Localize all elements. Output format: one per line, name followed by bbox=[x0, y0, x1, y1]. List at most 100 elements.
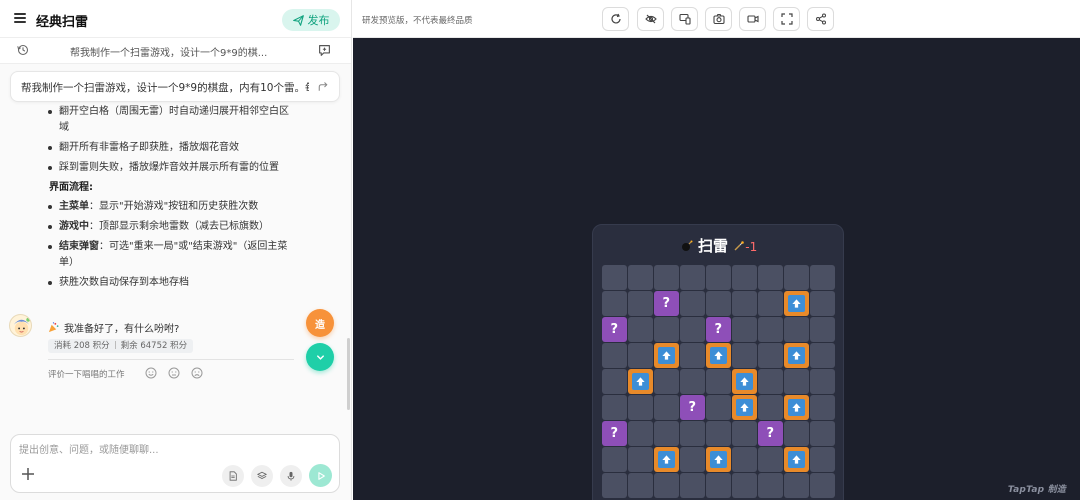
hidden-cell[interactable] bbox=[810, 395, 835, 420]
hidden-cell[interactable] bbox=[758, 291, 783, 316]
hidden-cell[interactable] bbox=[784, 421, 809, 446]
flagged-cell[interactable] bbox=[732, 369, 757, 394]
flagged-cell[interactable] bbox=[784, 395, 809, 420]
hidden-cell[interactable] bbox=[628, 343, 653, 368]
flagged-cell[interactable] bbox=[706, 447, 731, 472]
hidden-cell[interactable] bbox=[706, 291, 731, 316]
hidden-cell[interactable] bbox=[810, 473, 835, 498]
hidden-cell[interactable] bbox=[602, 369, 627, 394]
hidden-cell[interactable] bbox=[758, 265, 783, 290]
history-icon[interactable] bbox=[17, 44, 29, 56]
hidden-cell[interactable] bbox=[706, 369, 731, 394]
hidden-cell[interactable] bbox=[732, 421, 757, 446]
hidden-cell[interactable] bbox=[628, 265, 653, 290]
hidden-cell[interactable] bbox=[602, 343, 627, 368]
smile-face-icon[interactable] bbox=[145, 367, 157, 379]
hidden-cell[interactable] bbox=[758, 395, 783, 420]
history-title[interactable]: 帮我制作一个扫雷游戏，设计一个9*9的棋... bbox=[70, 44, 270, 59]
hidden-cell[interactable] bbox=[680, 421, 705, 446]
hidden-cell[interactable] bbox=[680, 447, 705, 472]
question-cell[interactable]: ? bbox=[602, 421, 627, 446]
hidden-cell[interactable] bbox=[654, 265, 679, 290]
neutral-face-icon[interactable] bbox=[168, 367, 180, 379]
hidden-cell[interactable] bbox=[602, 447, 627, 472]
flagged-cell[interactable] bbox=[654, 447, 679, 472]
question-cell[interactable]: ? bbox=[654, 291, 679, 316]
flagged-cell[interactable] bbox=[784, 291, 809, 316]
hidden-cell[interactable] bbox=[758, 369, 783, 394]
hidden-cell[interactable] bbox=[758, 447, 783, 472]
flagged-cell[interactable] bbox=[628, 369, 653, 394]
hidden-cell[interactable] bbox=[628, 447, 653, 472]
hidden-cell[interactable] bbox=[784, 317, 809, 342]
layers-button[interactable] bbox=[251, 465, 273, 487]
hidden-cell[interactable] bbox=[602, 473, 627, 498]
hidden-cell[interactable] bbox=[810, 421, 835, 446]
flagged-cell[interactable] bbox=[732, 395, 757, 420]
send-button[interactable] bbox=[309, 464, 332, 487]
hidden-cell[interactable] bbox=[654, 317, 679, 342]
hidden-cell[interactable] bbox=[680, 291, 705, 316]
hidden-cell[interactable] bbox=[732, 291, 757, 316]
hidden-cell[interactable] bbox=[628, 395, 653, 420]
hidden-cell[interactable] bbox=[758, 343, 783, 368]
publish-button[interactable]: 发布 bbox=[282, 9, 340, 31]
refresh-button[interactable] bbox=[602, 7, 629, 31]
question-cell[interactable]: ? bbox=[706, 317, 731, 342]
hidden-cell[interactable] bbox=[654, 473, 679, 498]
hidden-cell[interactable] bbox=[784, 369, 809, 394]
hidden-cell[interactable] bbox=[680, 265, 705, 290]
hidden-cell[interactable] bbox=[654, 421, 679, 446]
reuse-prompt-icon[interactable] bbox=[317, 81, 329, 93]
hidden-cell[interactable] bbox=[758, 317, 783, 342]
attach-file-button[interactable] bbox=[222, 465, 244, 487]
scrollbar[interactable] bbox=[347, 338, 350, 410]
hidden-cell[interactable] bbox=[784, 265, 809, 290]
hidden-cell[interactable] bbox=[732, 343, 757, 368]
composer-input[interactable] bbox=[19, 441, 319, 459]
hidden-cell[interactable] bbox=[628, 317, 653, 342]
question-cell[interactable]: ? bbox=[680, 395, 705, 420]
menu-icon[interactable] bbox=[14, 13, 26, 23]
hidden-cell[interactable] bbox=[732, 473, 757, 498]
scroll-down-button[interactable] bbox=[306, 343, 334, 371]
fullscreen-button[interactable] bbox=[773, 7, 800, 31]
hidden-cell[interactable] bbox=[680, 343, 705, 368]
question-cell[interactable]: ? bbox=[758, 421, 783, 446]
hidden-cell[interactable] bbox=[732, 447, 757, 472]
hidden-cell[interactable] bbox=[602, 265, 627, 290]
hidden-cell[interactable] bbox=[758, 473, 783, 498]
hidden-cell[interactable] bbox=[810, 291, 835, 316]
hidden-cell[interactable] bbox=[810, 317, 835, 342]
hidden-cell[interactable] bbox=[732, 265, 757, 290]
hidden-cell[interactable] bbox=[706, 473, 731, 498]
hidden-cell[interactable] bbox=[810, 265, 835, 290]
new-chat-icon[interactable] bbox=[318, 44, 331, 57]
share-button[interactable] bbox=[807, 7, 834, 31]
flagged-cell[interactable] bbox=[784, 343, 809, 368]
sad-face-icon[interactable] bbox=[191, 367, 203, 379]
hidden-cell[interactable] bbox=[680, 369, 705, 394]
hidden-cell[interactable] bbox=[602, 395, 627, 420]
hidden-cell[interactable] bbox=[602, 291, 627, 316]
hidden-cell[interactable] bbox=[628, 473, 653, 498]
hidden-cell[interactable] bbox=[680, 473, 705, 498]
question-cell[interactable]: ? bbox=[602, 317, 627, 342]
hidden-cell[interactable] bbox=[680, 317, 705, 342]
hidden-cell[interactable] bbox=[654, 395, 679, 420]
screenshot-button[interactable] bbox=[705, 7, 732, 31]
hidden-cell[interactable] bbox=[628, 291, 653, 316]
hidden-cell[interactable] bbox=[810, 343, 835, 368]
hidden-cell[interactable] bbox=[732, 317, 757, 342]
plus-icon[interactable] bbox=[21, 467, 35, 481]
hidden-cell[interactable] bbox=[706, 265, 731, 290]
hidden-cell[interactable] bbox=[706, 395, 731, 420]
create-fab-button[interactable]: 造 bbox=[306, 309, 334, 337]
flagged-cell[interactable] bbox=[654, 343, 679, 368]
hidden-cell[interactable] bbox=[706, 421, 731, 446]
hidden-cell[interactable] bbox=[628, 421, 653, 446]
flagged-cell[interactable] bbox=[706, 343, 731, 368]
device-button[interactable] bbox=[671, 7, 698, 31]
hidden-cell[interactable] bbox=[784, 473, 809, 498]
flagged-cell[interactable] bbox=[784, 447, 809, 472]
